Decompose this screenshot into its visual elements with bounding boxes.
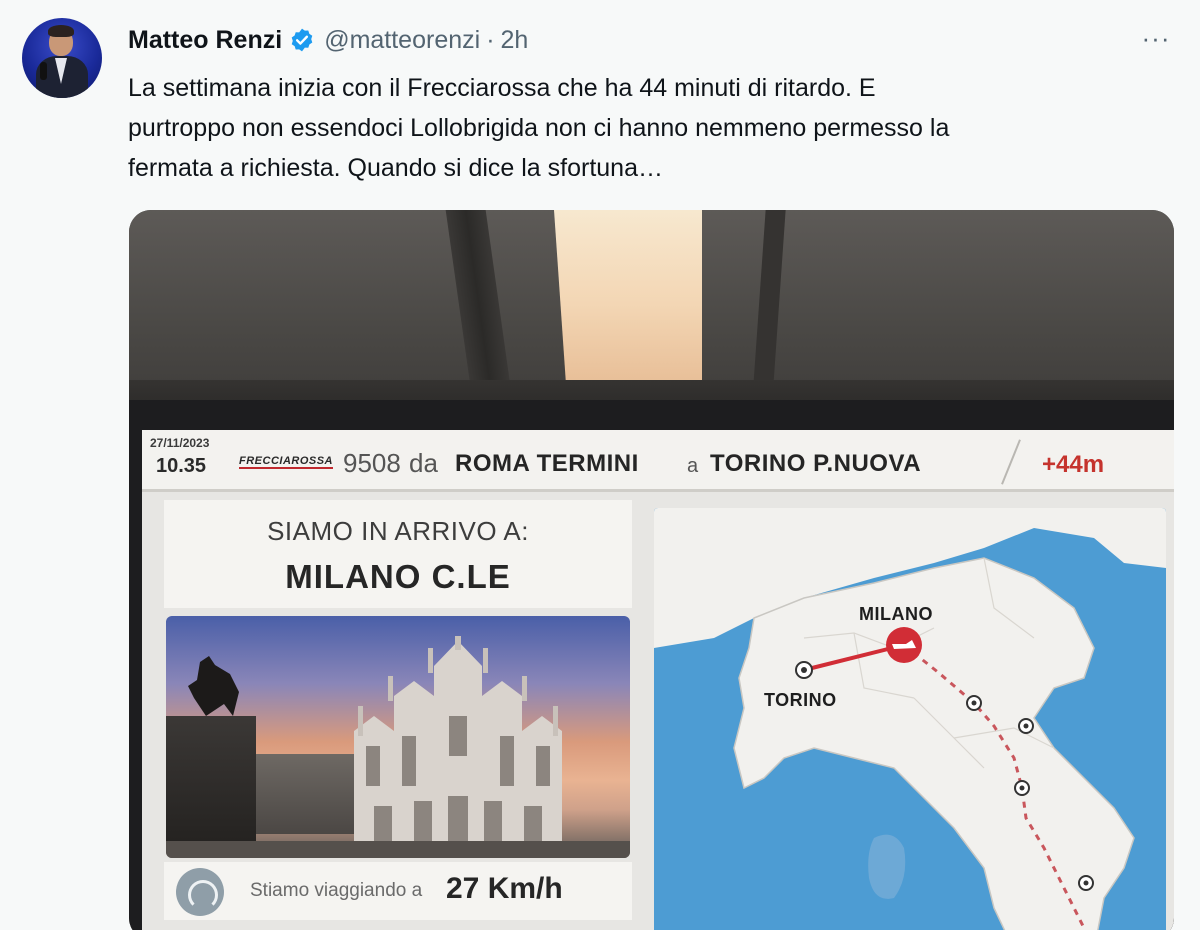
author-handle[interactable]: @matteorenzi	[324, 26, 480, 55]
equestrian-statue	[188, 656, 239, 716]
cathedral-icon	[354, 636, 562, 846]
header-separator: ·	[486, 25, 495, 54]
board-time: 10.35	[156, 455, 207, 477]
speed-gauge-icon	[176, 868, 224, 916]
divider	[1001, 439, 1021, 485]
monument-base	[166, 716, 256, 846]
piazza-ground	[166, 841, 630, 858]
onboard-info-screen: 27/11/2023 10.35 FRECCIAROSSA 9508 da RO…	[142, 430, 1174, 930]
speed-box: Stiamo viaggiando a 27 Km/h	[164, 862, 632, 920]
speed-value: 27 Km/h	[446, 872, 563, 905]
avatar-microphone-shape	[40, 62, 47, 80]
board-date: 27/11/2023	[150, 436, 210, 450]
to-word: a	[687, 455, 699, 477]
arrival-box: SIAMO IN ARRIVO A: MILANO C.LE	[164, 500, 632, 608]
route-map: MILANO TORINO	[654, 508, 1166, 930]
tweet-media-photo[interactable]: 27/11/2023 10.35 FRECCIAROSSA 9508 da RO…	[129, 210, 1174, 930]
italy-map-graphic	[654, 508, 1166, 930]
author-name[interactable]: Matteo Renzi	[128, 26, 282, 55]
arrival-station: MILANO C.LE	[285, 558, 511, 595]
map-city-milano: MILANO	[859, 604, 933, 624]
map-city-torino: TORINO	[764, 690, 837, 710]
destination-station: TORINO P.NUOVA	[710, 450, 922, 477]
train-info-bar: 27/11/2023 10.35 FRECCIAROSSA 9508 da RO…	[142, 430, 1174, 492]
arrival-panel: SIAMO IN ARRIVO A: MILANO C.LE Stiamo vi…	[164, 500, 632, 920]
speed-label: Stiamo viaggiando a	[250, 880, 423, 901]
photo-ceiling-light	[554, 210, 702, 382]
more-options-icon[interactable]: ···	[1136, 25, 1176, 55]
avatar-hair-shape	[48, 25, 74, 37]
tweet-timestamp[interactable]: 2h	[501, 26, 529, 55]
verified-badge-icon[interactable]	[289, 27, 315, 53]
tweet-header: Matteo Renzi @matteorenzi · 2h	[128, 24, 528, 56]
frecciarossa-logo: FRECCIAROSSA	[239, 455, 334, 469]
train-number: 9508	[343, 448, 401, 478]
origin-station: ROMA TERMINI	[455, 450, 639, 477]
tweet-text: La settimana inizia con il Frecciarossa …	[128, 74, 950, 182]
from-word: da	[409, 448, 438, 478]
delay-indicator: +44m	[1042, 451, 1105, 478]
milan-cathedral-image	[166, 616, 630, 858]
tweet: Matteo Renzi @matteorenzi · 2h ··· La se…	[0, 0, 1200, 930]
arrival-label: SIAMO IN ARRIVO A:	[267, 516, 529, 546]
avatar[interactable]	[22, 18, 102, 98]
